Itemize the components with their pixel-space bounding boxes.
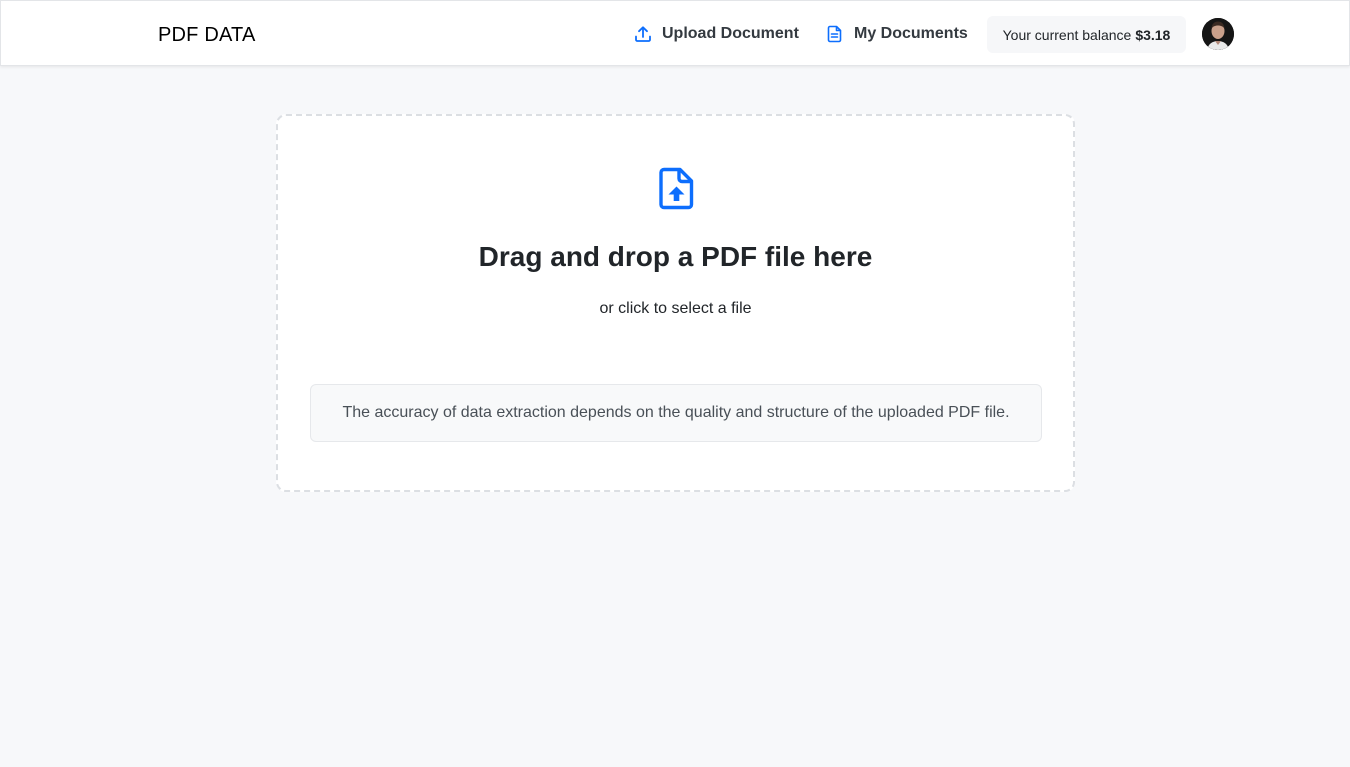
- balance-badge: Your current balance $3.18: [987, 16, 1186, 53]
- my-documents-link[interactable]: My Documents: [826, 22, 968, 46]
- upload-document-label: Upload Document: [662, 25, 799, 42]
- balance-amount: $3.18: [1135, 26, 1171, 43]
- accuracy-notice: The accuracy of data extraction depends …: [310, 384, 1042, 442]
- accuracy-notice-text: The accuracy of data extraction depends …: [342, 404, 1010, 421]
- my-documents-label: My Documents: [854, 25, 968, 42]
- balance-label: Your current balance: [1002, 26, 1132, 43]
- user-avatar[interactable]: [1202, 18, 1234, 50]
- dropzone-title: Drag and drop a PDF file here: [478, 241, 873, 272]
- upload-document-link[interactable]: Upload Document: [634, 22, 799, 46]
- document-icon: [826, 25, 844, 43]
- pdf-dropzone[interactable]: Drag and drop a PDF file here or click t…: [276, 114, 1075, 492]
- file-upload-icon: [657, 166, 697, 210]
- dropzone-subtitle: or click to select a file: [599, 300, 752, 317]
- brand-logo[interactable]: PDF DATA: [158, 23, 256, 47]
- top-navbar: PDF DATA Upload Document My Documents Yo…: [0, 0, 1350, 66]
- upload-icon: [634, 25, 652, 43]
